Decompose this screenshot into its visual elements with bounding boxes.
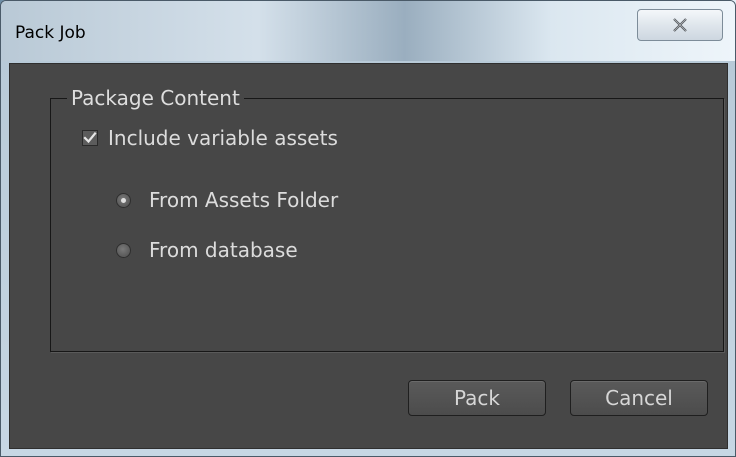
from-assets-folder-radio[interactable]	[116, 192, 131, 208]
close-icon	[672, 18, 688, 32]
dialog-body: Package Content Include variable assets …	[9, 63, 728, 449]
include-variable-assets-checkbox[interactable]	[82, 130, 98, 146]
include-variable-assets-checkbox-row[interactable]: Include variable assets	[82, 126, 338, 150]
from-assets-folder-label: From Assets Folder	[149, 188, 339, 212]
include-variable-assets-label: Include variable assets	[108, 126, 338, 150]
from-database-radio[interactable]	[116, 242, 131, 258]
dialog-title: Pack Job	[15, 23, 86, 43]
from-database-label: From database	[149, 238, 298, 262]
from-assets-folder-radio-row[interactable]: From Assets Folder	[116, 188, 338, 212]
close-button[interactable]	[637, 9, 723, 41]
title-bar[interactable]: Pack Job	[1, 1, 735, 61]
cancel-button[interactable]: Cancel	[570, 380, 708, 416]
from-database-radio-row[interactable]: From database	[116, 238, 298, 262]
radio-selected-dot-icon	[121, 197, 126, 203]
checkmark-icon	[83, 131, 97, 144]
pack-button[interactable]: Pack	[408, 380, 546, 416]
package-content-label: Package Content	[67, 86, 244, 110]
pack-job-dialog: Pack Job Package Content Include variabl…	[0, 0, 736, 457]
